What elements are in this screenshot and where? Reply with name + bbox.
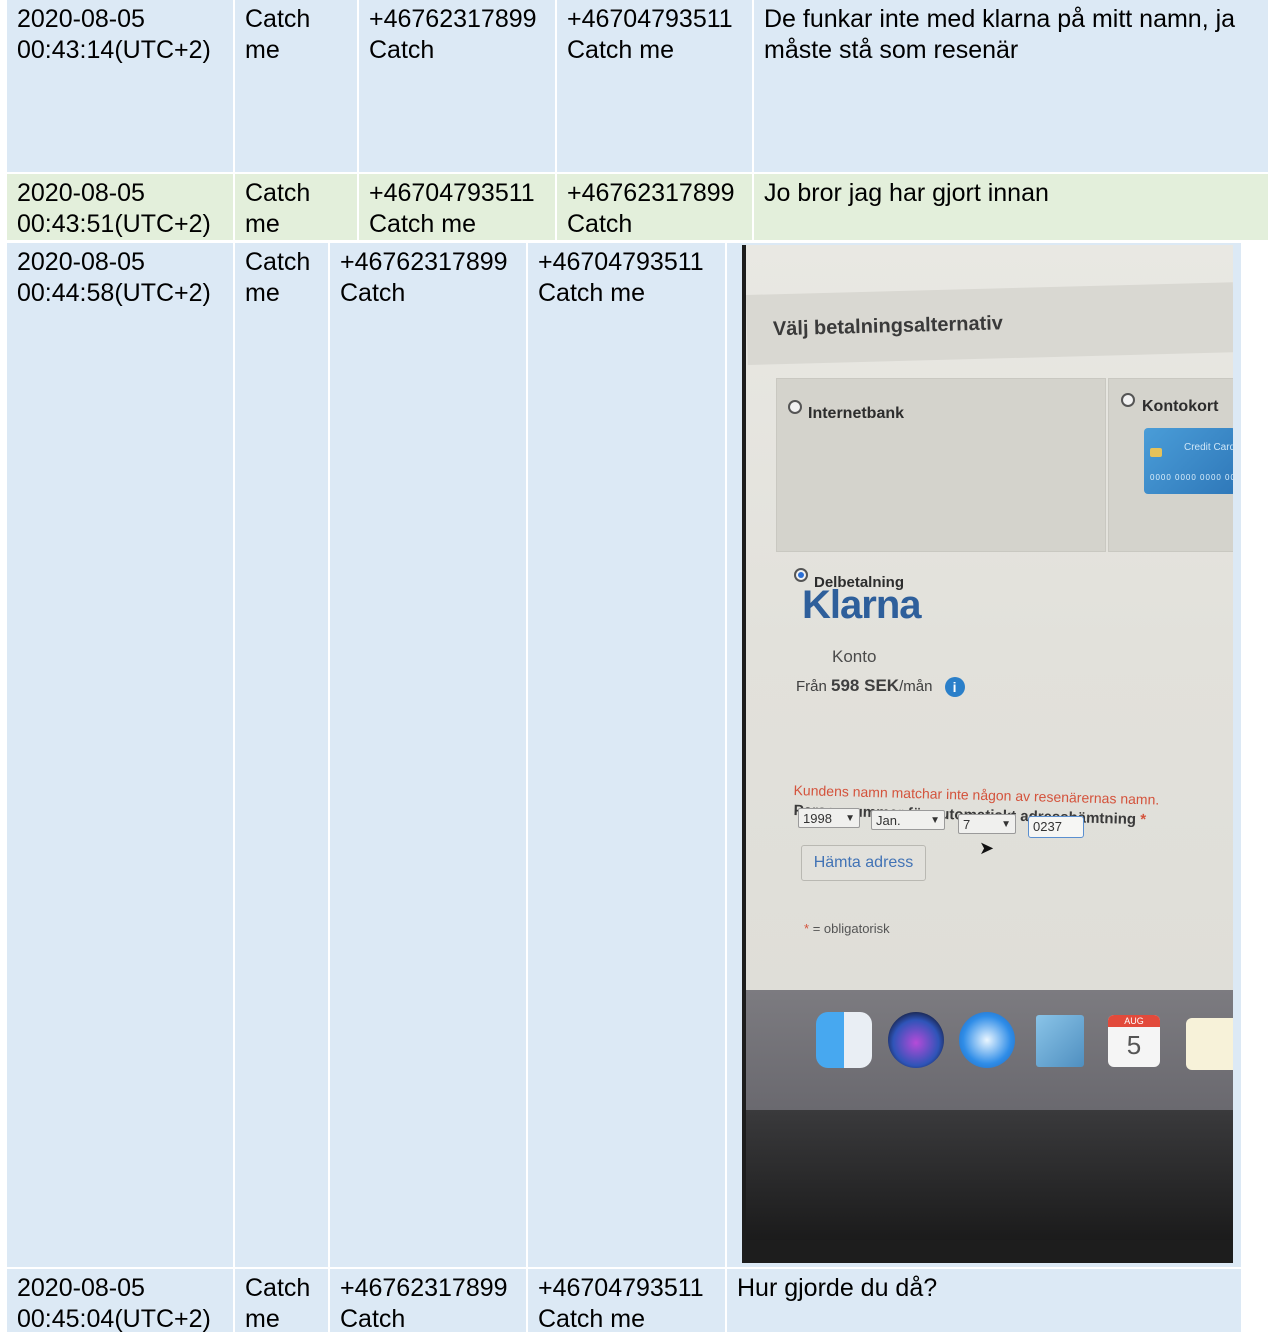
- last-digits-value: 0237: [1033, 819, 1062, 834]
- row-4-from: +46762317899 Catch: [340, 1274, 508, 1332]
- photo-screen: Välj betalningsalternativ Internetbank K…: [746, 245, 1233, 1240]
- calendar-icon[interactable]: AUG 5: [1108, 1015, 1160, 1067]
- year-value: 1998: [803, 811, 832, 826]
- kontokort-label: Kontokort: [1142, 398, 1219, 415]
- year-select[interactable]: 1998 ▼: [798, 808, 860, 828]
- mouse-cursor-icon: ➤: [979, 838, 995, 858]
- row-1-time: 00:43:14(UTC+2): [17, 36, 211, 64]
- row-3-date: 2020-08-05: [17, 248, 145, 276]
- row-2-message: Jo bror jag har gjort innan: [764, 179, 1049, 207]
- row-4-time: 00:45:04(UTC+2): [17, 1305, 211, 1332]
- calendar-day: 5: [1126, 1030, 1142, 1060]
- payment-header-text: Välj betalningsalternativ: [772, 312, 1004, 341]
- month-value: Jan.: [876, 813, 901, 828]
- chevron-down-icon: ▼: [930, 815, 940, 826]
- row-3-sender: Catch me: [245, 248, 311, 307]
- price-suffix: /mån: [899, 678, 933, 695]
- payment-header: Välj betalningsalternativ: [746, 282, 1233, 365]
- row-1-timestamp-cell: 2020-08-05 00:43:14(UTC+2): [7, 0, 233, 172]
- row-2-time: 00:43:51(UTC+2): [17, 210, 211, 238]
- safari-icon[interactable]: [959, 1012, 1015, 1068]
- month-select[interactable]: Jan. ▼: [871, 810, 945, 830]
- row-2-to-cell: +46762317899 Catch: [557, 174, 752, 240]
- price-line: Från 598 SEK/mån i: [796, 670, 965, 702]
- row-4-to: +46704793511 Catch me: [538, 1274, 704, 1332]
- row-2-sender: Catch me: [245, 179, 311, 238]
- day-select[interactable]: 7 ▼: [958, 814, 1016, 834]
- internetbank-radio[interactable]: [788, 400, 802, 414]
- last-digits-input[interactable]: 0237: [1028, 816, 1084, 838]
- row-4-sender-cell: Catch me: [235, 1269, 328, 1332]
- calendar-month: AUG: [1108, 1015, 1160, 1027]
- card-chip: [1150, 448, 1162, 457]
- info-icon[interactable]: i: [944, 677, 965, 698]
- mail-stamp-icon[interactable]: [1036, 1015, 1084, 1067]
- card-number: 0000 0000 0000 0000: [1150, 473, 1233, 482]
- mac-dock: AUG 5: [746, 990, 1233, 1110]
- row-2-from: +46704793511 Catch me: [369, 179, 535, 238]
- row-4-message-cell: Hur gjorde du då?: [727, 1269, 1241, 1332]
- row-4-timestamp-cell: 2020-08-05 00:45:04(UTC+2): [7, 1269, 233, 1332]
- price-amount: 598 SEK: [831, 676, 900, 695]
- row-2-timestamp-cell: 2020-08-05 00:43:51(UTC+2): [7, 174, 233, 240]
- konto-label: Konto: [832, 647, 877, 666]
- row-4-date: 2020-08-05: [17, 1274, 145, 1302]
- finder-icon[interactable]: [816, 1012, 872, 1068]
- row-1-to-cell: +46704793511 Catch me: [557, 0, 752, 172]
- row-2-from-cell: +46704793511 Catch me: [359, 174, 555, 240]
- desk-surface: [746, 1110, 1233, 1240]
- row-3-to-cell: +46704793511 Catch me: [528, 243, 725, 1267]
- row-3-time: 00:44:58(UTC+2): [17, 279, 211, 307]
- row-1-from-cell: +46762317899 Catch: [359, 0, 555, 172]
- row-3-to: +46704793511 Catch me: [538, 248, 704, 307]
- row-1-from: +46762317899 Catch: [369, 5, 537, 64]
- price-prefix: Från: [796, 678, 827, 695]
- row-1-sender: Catch me: [245, 5, 311, 64]
- row-3-sender-cell: Catch me: [235, 243, 328, 1267]
- row-2-sender-cell: Catch me: [235, 174, 357, 240]
- row-2-to: +46762317899 Catch: [567, 179, 735, 238]
- chevron-down-icon: ▼: [1001, 819, 1011, 830]
- row-2-date: 2020-08-05: [17, 179, 145, 207]
- required-note-text: = obligatorisk: [812, 921, 890, 936]
- siri-icon[interactable]: [888, 1012, 944, 1068]
- row-3-from: +46762317899 Catch: [340, 248, 508, 307]
- required-note: * = obligatorisk: [804, 913, 890, 944]
- klarna-logo: Klarna: [802, 583, 921, 627]
- row-2-message-cell: Jo bror jag har gjort innan: [754, 174, 1268, 240]
- row-4-sender: Catch me: [245, 1274, 311, 1332]
- row-3-timestamp-cell: 2020-08-05 00:44:58(UTC+2): [7, 243, 233, 1267]
- notes-icon[interactable]: [1186, 1018, 1233, 1070]
- credit-card-image: Credit Card 0000 0000 0000 0000: [1144, 428, 1233, 494]
- row-1-message-cell: De funkar inte med klarna på mitt namn, …: [754, 0, 1268, 172]
- row-3-from-cell: +46762317899 Catch: [330, 243, 526, 1267]
- internetbank-label: Internetbank: [808, 405, 905, 422]
- required-star: *: [1140, 811, 1147, 829]
- row-1-to: +46704793511 Catch me: [567, 5, 733, 64]
- attachment-photo[interactable]: Välj betalningsalternativ Internetbank K…: [742, 245, 1233, 1263]
- row-1-date: 2020-08-05: [17, 5, 145, 33]
- day-value: 7: [963, 817, 971, 832]
- required-note-star: *: [804, 921, 810, 936]
- row-1-sender-cell: Catch me: [235, 0, 357, 172]
- row-4-to-cell: +46704793511 Catch me: [528, 1269, 725, 1332]
- delbetalning-radio[interactable]: [794, 568, 808, 582]
- kontokort-radio[interactable]: [1121, 393, 1135, 407]
- fetch-address-button[interactable]: Hämta adress: [801, 845, 926, 881]
- chevron-down-icon: ▼: [845, 813, 855, 824]
- row-4-message: Hur gjorde du då?: [737, 1274, 938, 1302]
- row-4-from-cell: +46762317899 Catch: [330, 1269, 526, 1332]
- credit-card-label: Credit Card: [1184, 442, 1233, 453]
- row-1-message: De funkar inte med klarna på mitt namn, …: [764, 5, 1236, 64]
